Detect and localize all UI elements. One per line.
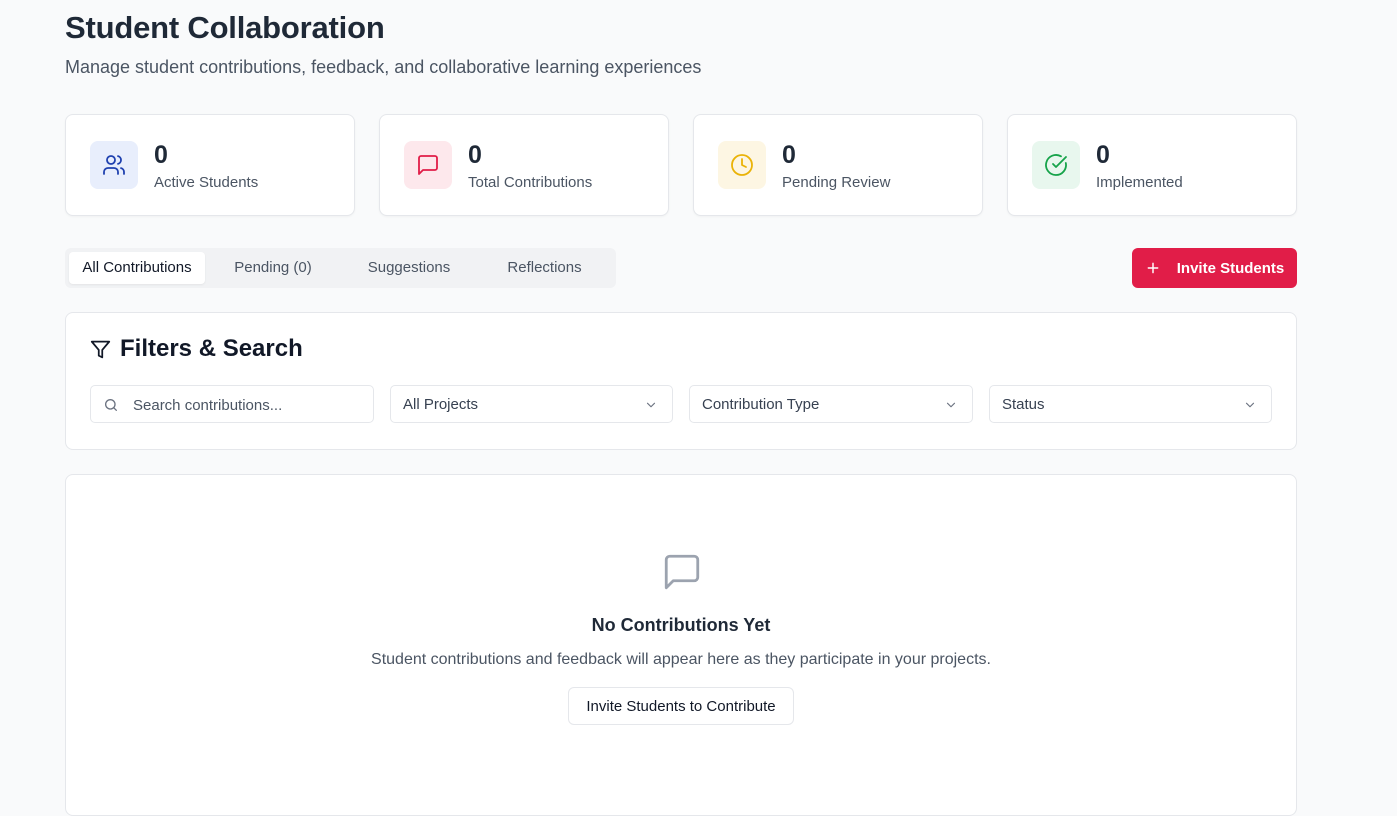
search-field [90,385,374,424]
contribution-tabs: All Contributions Pending (0) Suggestion… [65,248,616,288]
filter-icon [90,340,111,358]
stat-value: 0 [468,141,482,169]
plus-icon [1147,262,1159,274]
users-icon [90,141,138,189]
invite-to-contribute-button[interactable]: Invite Students to Contribute [568,687,794,725]
project-select[interactable]: All Projects [390,385,673,423]
message-square-icon [404,141,452,189]
chevron-down-icon [946,402,956,408]
stat-label: Active Students [154,174,259,191]
page-subtitle: Manage student contributions, feedback, … [65,57,702,77]
status-select[interactable]: Status [989,385,1272,423]
stat-value: 0 [782,141,796,169]
stat-label: Pending Review [782,174,891,191]
stats-row: 0 Active Students 0 Total Contributions … [65,114,1297,216]
stat-value: 0 [154,141,168,169]
stat-card-active-students: 0 Active Students [65,114,355,216]
stat-card-pending-review: 0 Pending Review [693,114,983,216]
tab-suggestions[interactable]: Suggestions [341,252,477,284]
filters-card: Filters & Search All Projects Contributi… [65,312,1297,450]
status-select-value: Status [1002,396,1045,413]
stat-label: Implemented [1096,174,1183,191]
tab-reflections[interactable]: Reflections [477,252,612,284]
check-circle-icon [1032,141,1080,189]
empty-state-title: No Contributions Yet [591,615,771,635]
contribution-type-value: Contribution Type [702,396,820,413]
chevron-down-icon [1245,402,1255,408]
page-title: Student Collaboration [65,10,385,45]
contribution-type-select[interactable]: Contribution Type [689,385,973,423]
invite-students-label: Invite Students [1176,259,1285,277]
chevron-down-icon [646,402,656,408]
search-input[interactable] [131,386,363,424]
tab-all-contributions[interactable]: All Contributions [69,252,205,284]
filters-title: Filters & Search [120,335,303,362]
stat-card-implemented: 0 Implemented [1007,114,1297,216]
filters-heading: Filters & Search [90,335,303,363]
empty-state-description: Student contributions and feedback will … [371,651,991,668]
stat-value: 0 [1096,141,1110,169]
tab-pending[interactable]: Pending (0) [205,252,341,284]
invite-students-button[interactable]: Invite Students [1132,248,1297,288]
stat-label: Total Contributions [468,174,593,191]
empty-state-card: No Contributions Yet Student contributio… [65,474,1297,816]
message-square-icon [664,554,700,590]
search-icon [105,399,117,411]
clock-icon [718,141,766,189]
stat-card-total-contributions: 0 Total Contributions [379,114,669,216]
project-select-value: All Projects [403,396,479,413]
